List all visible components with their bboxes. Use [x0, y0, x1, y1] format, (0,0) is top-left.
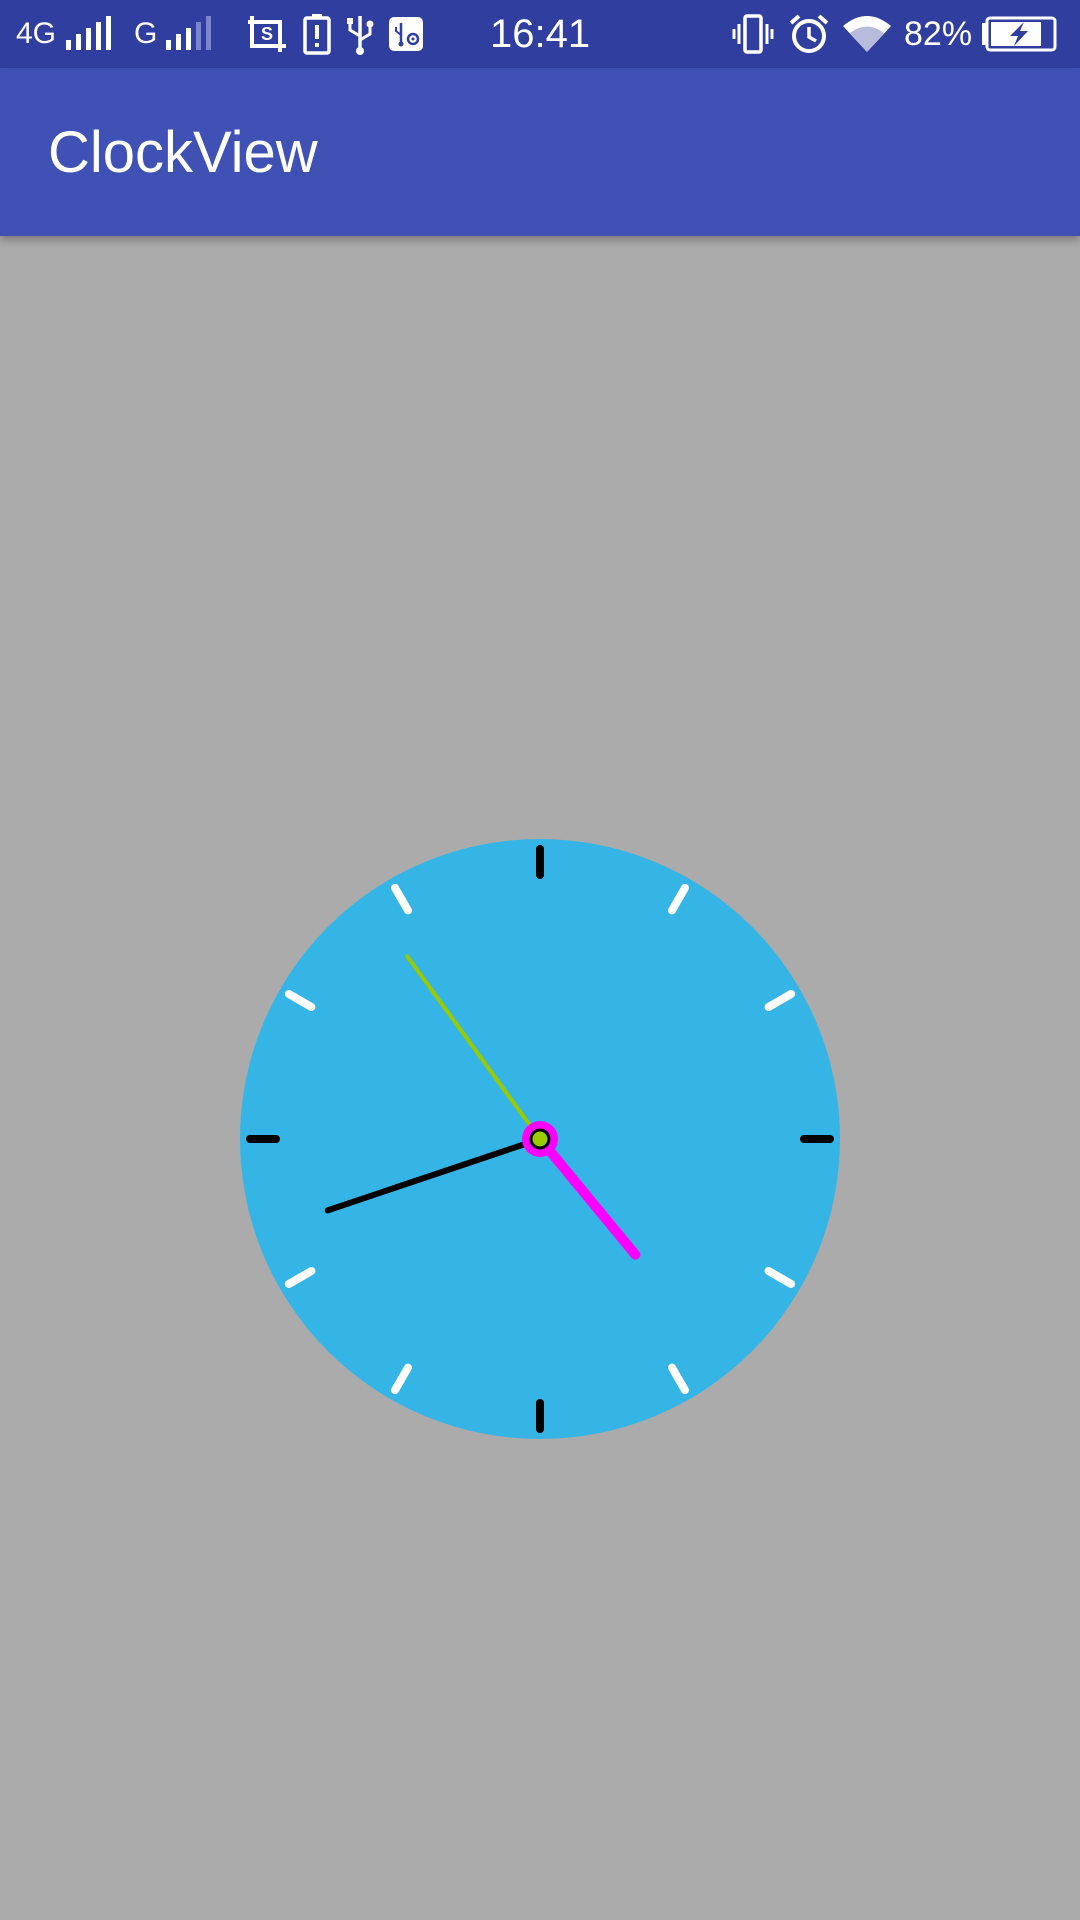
usb-icon [344, 0, 376, 68]
battery-charging-icon [980, 0, 1058, 68]
app-bar: ClockView [0, 68, 1080, 236]
network-label-g: G [134, 17, 158, 50]
battery-percent: 82% [904, 0, 972, 68]
battery-alert-icon [302, 0, 332, 68]
network-label-4g: 4G [16, 17, 57, 50]
battery-percent-label: 82% [904, 14, 973, 53]
alarm-icon [788, 0, 830, 68]
network-type-1: 4G [16, 0, 56, 68]
clock-view [240, 839, 840, 1439]
signal-icon [64, 0, 120, 68]
screenshot-icon: S [246, 0, 288, 68]
signal-icon [164, 0, 220, 68]
content-area [0, 236, 1080, 1920]
clock-time: 16:41 [490, 0, 590, 68]
network-type-2: G [134, 0, 157, 68]
wifi-icon [842, 0, 892, 68]
status-bar: 4G G S 16:41 82% [0, 0, 1080, 68]
app-title: ClockView [48, 119, 318, 185]
status-time: 16:41 [490, 11, 591, 56]
usb-debug-icon [388, 0, 424, 68]
svg-text:S: S [261, 24, 273, 44]
center-dot [529, 1128, 551, 1150]
vibrate-icon [732, 0, 774, 68]
